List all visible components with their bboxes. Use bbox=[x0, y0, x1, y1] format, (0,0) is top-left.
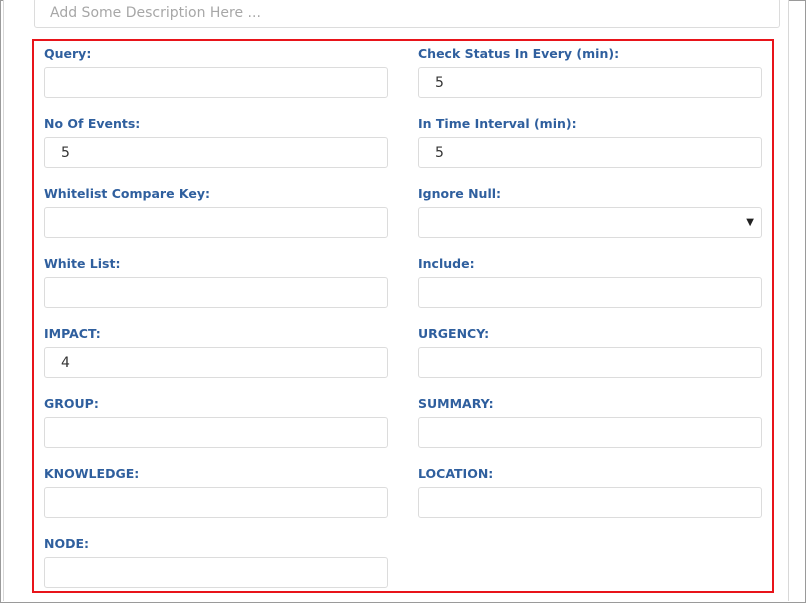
impact-label: IMPACT: bbox=[44, 326, 101, 341]
check-status-label: Check Status In Every (min): bbox=[418, 46, 620, 61]
description-input[interactable] bbox=[34, 0, 780, 28]
summary-input[interactable] bbox=[418, 417, 762, 448]
no-of-events-label: No Of Events: bbox=[44, 116, 141, 131]
impact-input[interactable] bbox=[44, 347, 388, 378]
scrollbar-track[interactable] bbox=[791, 1, 805, 600]
no-of-events-input[interactable] bbox=[44, 137, 388, 168]
knowledge-label: KNOWLEDGE: bbox=[44, 466, 140, 481]
node-label: NODE: bbox=[44, 536, 90, 551]
check-status-input[interactable] bbox=[418, 67, 762, 98]
ignore-null-select[interactable]: ▼ bbox=[418, 207, 762, 238]
whitelist-key-label: Whitelist Compare Key: bbox=[44, 186, 211, 201]
summary-label: SUMMARY: bbox=[418, 396, 494, 411]
include-label: Include: bbox=[418, 256, 475, 271]
ignore-null-label: Ignore Null: bbox=[418, 186, 502, 201]
time-interval-input[interactable] bbox=[418, 137, 762, 168]
knowledge-input[interactable] bbox=[44, 487, 388, 518]
query-input[interactable] bbox=[44, 67, 388, 98]
white-list-label: White List: bbox=[44, 256, 121, 271]
location-input[interactable] bbox=[418, 487, 762, 518]
urgency-input[interactable] bbox=[418, 347, 762, 378]
group-input[interactable] bbox=[44, 417, 388, 448]
white-list-input[interactable] bbox=[44, 277, 388, 308]
whitelist-key-input[interactable] bbox=[44, 207, 388, 238]
urgency-label: URGENCY: bbox=[418, 326, 490, 341]
chevron-down-icon[interactable]: ▼ bbox=[746, 216, 754, 230]
ignore-null-select-box[interactable]: ▼ bbox=[418, 207, 762, 238]
node-input[interactable] bbox=[44, 557, 388, 588]
location-label: LOCATION: bbox=[418, 466, 494, 481]
query-label: Query: bbox=[44, 46, 92, 61]
include-input[interactable] bbox=[418, 277, 762, 308]
group-label: GROUP: bbox=[44, 396, 99, 411]
time-interval-label: In Time Interval (min): bbox=[418, 116, 577, 131]
